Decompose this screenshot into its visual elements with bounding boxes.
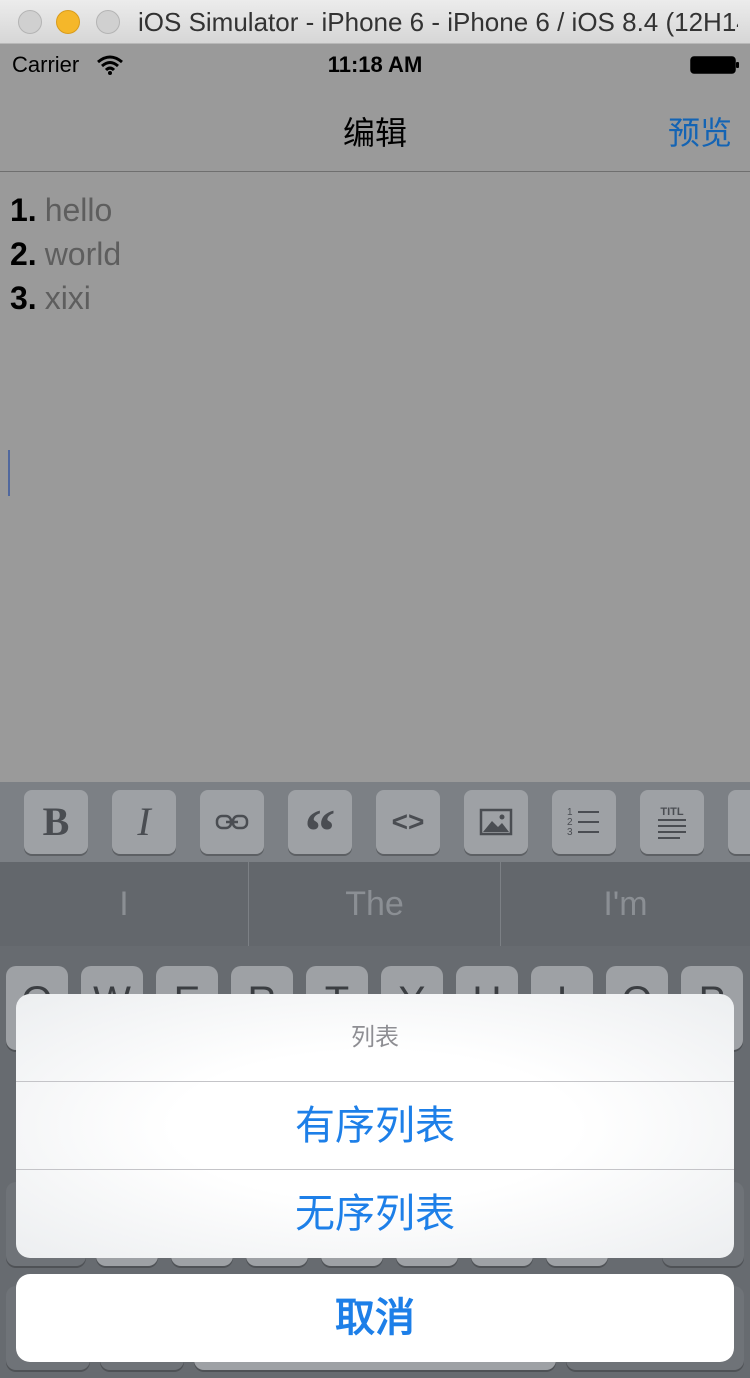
italic-icon: I [137, 799, 151, 844]
bold-icon: B [42, 799, 70, 844]
code-icon: <> [391, 806, 425, 837]
navigation-bar: 编辑 预览 [0, 86, 750, 172]
bold-button[interactable]: B [24, 790, 88, 854]
suggestion-item[interactable]: I [0, 862, 248, 946]
suggestion-item[interactable]: The [249, 862, 500, 946]
list-number: 1. [10, 192, 37, 228]
close-window-button[interactable] [18, 10, 42, 34]
unordered-list-option[interactable]: 无序列表 [16, 1170, 734, 1258]
list-text: world [44, 236, 122, 272]
markdown-toolbar: B I “ <> 1 2 3 TITL [0, 782, 750, 862]
status-bar: Carrier 11:18 AM [0, 44, 750, 86]
markdown-editor[interactable]: 1. hello 2. world 3. xixi [0, 172, 750, 782]
predictive-bar: I The I'm [0, 862, 750, 946]
quote-icon: “ [304, 798, 336, 862]
preview-button[interactable]: 预览 [668, 108, 732, 154]
link-button[interactable] [200, 790, 264, 854]
minimize-window-button[interactable] [56, 10, 80, 34]
quote-button[interactable]: “ [288, 790, 352, 862]
text-caret [8, 450, 10, 496]
window-title: iOS Simulator - iPhone 6 - iPhone 6 / iO… [138, 7, 738, 37]
image-icon [479, 808, 513, 836]
image-button[interactable] [464, 790, 528, 854]
window-titlebar: iOS Simulator - iPhone 6 - iPhone 6 / iO… [0, 0, 750, 44]
battery-icon [690, 56, 739, 74]
list-item: 1. hello [10, 190, 112, 230]
zoom-window-button[interactable] [96, 10, 120, 34]
action-sheet: 列表 有序列表 无序列表 [16, 994, 734, 1258]
page-title: 编辑 [342, 115, 407, 151]
list-number: 2. [10, 236, 37, 272]
list-text: xixi [44, 280, 91, 316]
link-icon [215, 814, 249, 830]
simulator-window: iOS Simulator - iPhone 6 - iPhone 6 / iO… [0, 0, 750, 1378]
code-button[interactable]: <> [376, 790, 440, 854]
status-time: 11:18 AM [327, 52, 423, 77]
list-item: 2. world [10, 234, 121, 274]
ordered-list-button[interactable]: 1 2 3 [552, 790, 616, 854]
italic-button[interactable]: I [112, 790, 176, 854]
ordered-list-icon: 1 2 3 [567, 807, 599, 838]
cancel-button[interactable]: 取消 [16, 1274, 734, 1362]
header-button[interactable] [728, 790, 750, 854]
action-sheet-title: 列表 [16, 994, 734, 1082]
list-item: 3. xixi [10, 278, 91, 318]
list-number: 3. [10, 280, 37, 316]
svg-text:3: 3 [567, 827, 573, 838]
title-button[interactable]: TITL [640, 790, 704, 854]
ordered-list-option[interactable]: 有序列表 [16, 1082, 734, 1170]
suggestion-item[interactable]: I'm [501, 862, 750, 946]
list-text: hello [44, 192, 113, 228]
title-lines-icon [658, 819, 686, 839]
